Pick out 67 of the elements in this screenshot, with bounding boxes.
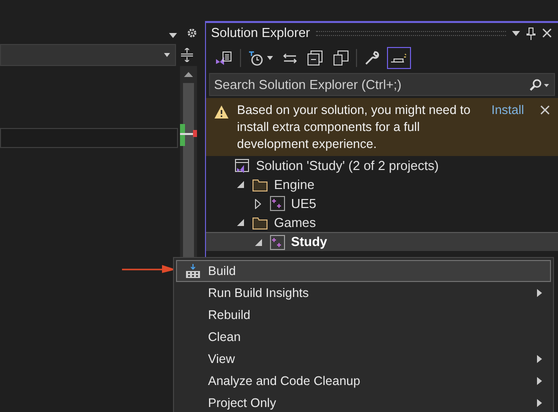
tree-item-label: Engine [274, 176, 314, 194]
dropdown-arrow-icon [267, 56, 273, 60]
submenu-arrow-icon [537, 399, 542, 407]
tree-item[interactable]: UE5 [206, 194, 558, 213]
menu-item[interactable]: Analyze and Code Cleanup [176, 370, 551, 392]
tree-item[interactable]: Engine [206, 175, 558, 194]
solution-icon [234, 158, 250, 174]
submenu-arrow-icon [537, 377, 542, 385]
dropdown-arrow-icon [164, 53, 170, 57]
tree-item[interactable]: Games [206, 213, 558, 232]
menu-item[interactable]: View [176, 348, 551, 370]
dropdown-field[interactable] [0, 44, 176, 66]
folder-icon [252, 178, 268, 192]
tree-item[interactable]: Solution 'Study' (2 of 2 projects) [206, 156, 558, 175]
menu-item-label: Clean [208, 328, 242, 346]
tree-item-label: Games [274, 214, 316, 232]
tree-item[interactable]: Study [206, 232, 558, 251]
close-icon[interactable] [540, 105, 550, 115]
dropdown-arrow-icon[interactable] [512, 30, 520, 36]
expanded-arrow-icon[interactable] [236, 219, 244, 226]
pin-icon[interactable] [526, 26, 536, 40]
pages-icon [333, 50, 349, 66]
menu-item-label: Run Build Insights [208, 284, 310, 302]
tree-item-label: Study [291, 233, 328, 252]
collapsed-arrow-icon[interactable] [255, 198, 261, 208]
pointer-arrow [122, 264, 176, 274]
menu-item-label: Project Only [208, 394, 278, 412]
warning-icon [214, 105, 229, 119]
tree-item-label: Solution 'Study' (2 of 2 projects) [256, 156, 439, 175]
expanded-arrow-icon[interactable] [236, 181, 244, 188]
project-icon [270, 234, 285, 250]
banner-message: Based on your solution, you might need to install extra components for a full development experience. [237, 102, 472, 153]
change-marker [180, 124, 185, 146]
tree-item-label: UE5 [291, 194, 316, 213]
menu-item-label: Analyze and Code Cleanup [208, 372, 362, 390]
folder-icon [252, 216, 268, 230]
settings-icon[interactable] [187, 28, 197, 38]
submenu-arrow-icon [537, 355, 542, 363]
vs-home-icon [215, 50, 233, 66]
dropdown-arrow-icon[interactable] [169, 33, 177, 38]
menu-item[interactable]: Rebuild [176, 304, 551, 326]
menu-item[interactable]: Clean [176, 326, 551, 348]
menu-item[interactable]: Build [176, 260, 551, 282]
clock-icon [248, 50, 264, 66]
submenu-arrow-icon [537, 289, 542, 297]
search-input[interactable]: Search Solution Explorer (Ctrl+;) [214, 74, 529, 94]
error-marker [193, 130, 197, 137]
search-field[interactable]: Search Solution Explorer (Ctrl+;) [209, 73, 555, 96]
menu-item[interactable]: Run Build Insights [176, 282, 551, 304]
search-icon[interactable] [529, 78, 549, 90]
project-icon [270, 196, 285, 211]
menu-item-label: View [208, 350, 236, 368]
close-icon[interactable] [542, 28, 552, 38]
menu-item[interactable]: Project Only [176, 392, 551, 412]
install-link[interactable]: Install [491, 102, 524, 119]
build-icon [184, 264, 200, 278]
menu-item-label: Build [208, 262, 237, 280]
sync-arrows-icon [283, 52, 297, 64]
wrench-icon [364, 50, 380, 66]
preview-icon [390, 52, 408, 64]
menu-item-label: Rebuild [208, 306, 252, 324]
text-field[interactable] [0, 128, 178, 148]
scroll-up-icon[interactable] [184, 72, 193, 77]
toolbar-button[interactable] [387, 47, 411, 69]
collapse-all-icon [307, 50, 323, 66]
panel-title: Solution Explorer [211, 24, 310, 42]
expanded-arrow-icon[interactable] [254, 238, 262, 246]
